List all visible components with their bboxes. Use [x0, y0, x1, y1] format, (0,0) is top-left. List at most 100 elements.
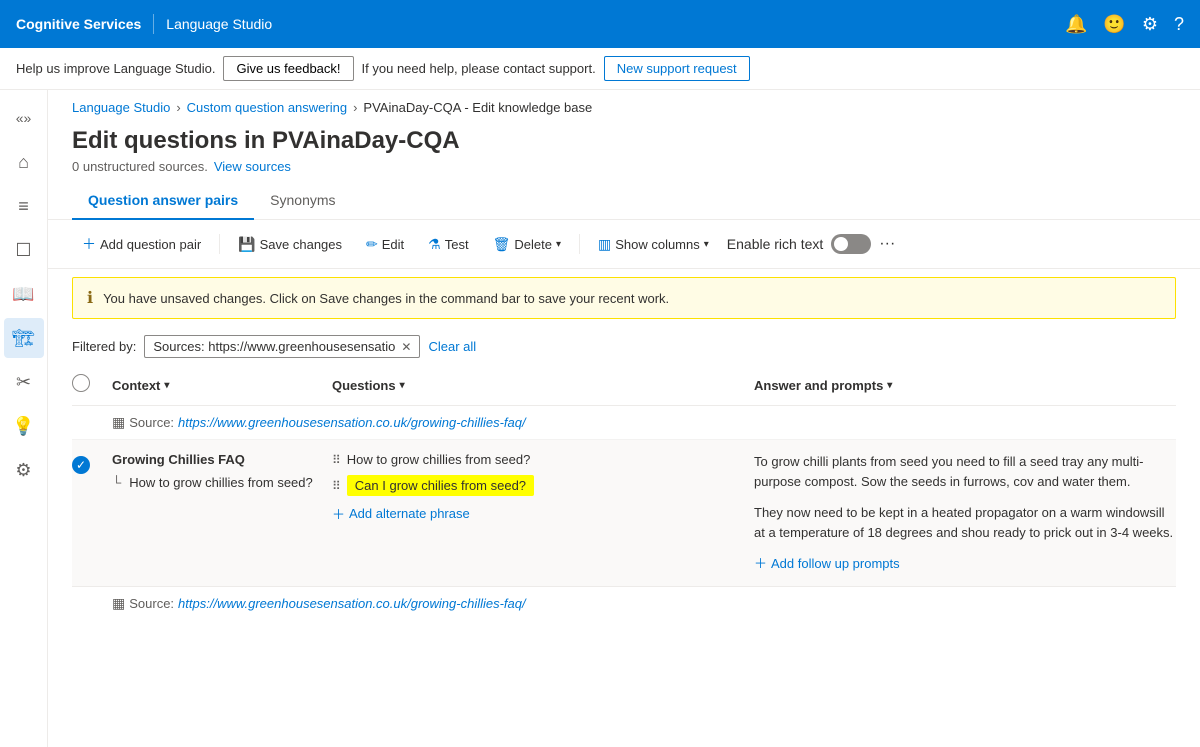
- page-subtitle: 0 unstructured sources. View sources: [72, 159, 1176, 174]
- question-item-highlighted: ⠿ Can I grow chilies from seed?: [332, 475, 742, 496]
- source-row-empty: [72, 414, 112, 431]
- filter-chip-text: Sources: https://www.greenhousesensatio: [153, 339, 395, 354]
- filter-bar: Filtered by: Sources: https://www.greenh…: [48, 327, 1200, 366]
- answers-chevron-icon: ▾: [887, 380, 892, 391]
- row-checkbox[interactable]: ✓: [72, 456, 90, 474]
- delete-chevron-icon: ▾: [556, 239, 561, 250]
- add-phrase-icon: ＋: [332, 504, 345, 523]
- bell-icon[interactable]: 🔔: [1065, 14, 1087, 35]
- col-context[interactable]: Context ▾: [112, 374, 332, 397]
- qa-context-col: Growing Chillies FAQ └ How to grow chill…: [112, 452, 332, 574]
- add-icon: ＋: [82, 234, 96, 254]
- filter-chip: Sources: https://www.greenhousesensatio …: [144, 335, 420, 358]
- drag-icon-2: ⠿: [332, 479, 341, 493]
- questions-chevron-icon: ▾: [400, 380, 405, 391]
- question-item-1: ⠿ How to grow chillies from seed?: [332, 452, 742, 467]
- source-row: ▦ Source: https://www.greenhousesensatio…: [72, 406, 1176, 440]
- tabs: Question answer pairs Synonyms: [48, 174, 1200, 220]
- source-prefix: Source:: [129, 415, 174, 430]
- source-url[interactable]: https://www.greenhousesensation.co.uk/gr…: [178, 415, 526, 430]
- tab-synonyms[interactable]: Synonyms: [254, 182, 351, 220]
- filter-chip-remove[interactable]: ✕: [401, 340, 411, 354]
- test-button[interactable]: ⚗ Test: [418, 230, 478, 259]
- add-followup-button[interactable]: ＋ Add follow up prompts: [754, 554, 1176, 574]
- context-chevron-icon: ▾: [164, 380, 169, 391]
- warning-banner: ℹ You have unsaved changes. Click on Sav…: [72, 277, 1176, 319]
- rich-text-toggle[interactable]: [831, 234, 871, 254]
- bottom-source-label: ▦ Source: https://www.greenhousesensatio…: [112, 595, 1176, 612]
- clear-all-button[interactable]: Clear all: [428, 339, 476, 354]
- nav-divider: [153, 14, 154, 34]
- test-icon: ⚗: [428, 236, 441, 253]
- support-text: If you need help, please contact support…: [362, 61, 596, 76]
- qa-checkbox-col: ✓: [72, 452, 112, 574]
- table-header: Context ▾ Questions ▾ Answer and prompts…: [72, 366, 1176, 406]
- show-columns-button[interactable]: ▥ Show columns ▾: [588, 230, 719, 259]
- bottom-source-prefix: Source:: [129, 596, 174, 611]
- toggle-knob: [834, 237, 848, 251]
- breadcrumb-cqa[interactable]: Custom question answering: [187, 100, 347, 115]
- indent-icon: └: [112, 475, 121, 490]
- settings-icon[interactable]: ⚙: [1142, 14, 1158, 35]
- tab-question-answer-pairs[interactable]: Question answer pairs: [72, 182, 254, 220]
- edit-button[interactable]: ✏ Edit: [356, 230, 414, 259]
- answer-paragraph-2: They now need to be kept in a heated pro…: [754, 503, 1176, 542]
- filter-label: Filtered by:: [72, 339, 136, 354]
- save-changes-button[interactable]: 💾 Save changes: [228, 230, 352, 259]
- col-questions[interactable]: Questions ▾: [332, 374, 754, 397]
- question-text-1: How to grow chillies from seed?: [347, 452, 531, 467]
- list-icon[interactable]: ≡: [4, 186, 44, 226]
- col-checkbox: [72, 374, 112, 397]
- warning-text: You have unsaved changes. Click on Save …: [103, 291, 669, 306]
- nav-title: Language Studio: [166, 16, 272, 32]
- page-title: Edit questions in PVAinaDay-CQA: [72, 127, 1176, 155]
- page-title-area: Edit questions in PVAinaDay-CQA 0 unstru…: [48, 115, 1200, 174]
- face-icon[interactable]: 🙂: [1103, 14, 1125, 35]
- delete-button[interactable]: 🗑 Delete ▾: [483, 230, 571, 259]
- add-alternate-phrase-button[interactable]: ＋ Add alternate phrase: [332, 504, 742, 523]
- bottom-source-empty: [72, 595, 112, 612]
- edit-icon: ✏: [366, 236, 378, 253]
- settings-sidebar-icon[interactable]: ⚙: [4, 450, 44, 490]
- scissors-icon[interactable]: ✂: [4, 362, 44, 402]
- breadcrumb-current: PVAinaDay-CQA - Edit knowledge base: [363, 100, 592, 115]
- book-icon[interactable]: 📖: [4, 274, 44, 314]
- add-question-pair-button[interactable]: ＋ Add question pair: [72, 228, 211, 260]
- nav-icons: 🔔 🙂 ⚙ ?: [1065, 14, 1184, 35]
- view-sources-link[interactable]: View sources: [214, 159, 291, 174]
- breadcrumb-language-studio[interactable]: Language Studio: [72, 100, 170, 115]
- drag-icon-1: ⠿: [332, 453, 341, 467]
- support-button[interactable]: New support request: [604, 56, 750, 81]
- answer-paragraph-1: To grow chilli plants from seed you need…: [754, 452, 1176, 491]
- unstructured-count: 0 unstructured sources.: [72, 159, 208, 174]
- feedback-bar: Help us improve Language Studio. Give us…: [0, 48, 1200, 90]
- qa-questions-col: ⠿ How to grow chillies from seed? ⠿ Can …: [332, 452, 754, 574]
- columns-chevron-icon: ▾: [704, 239, 709, 250]
- toolbar-divider-2: [579, 234, 580, 254]
- lightbulb-icon[interactable]: 💡: [4, 406, 44, 446]
- qa-subtitle-text: How to grow chillies from seed?: [129, 475, 313, 490]
- bottom-source-row: ▦ Source: https://www.greenhousesensatio…: [72, 587, 1176, 620]
- table-area: Context ▾ Questions ▾ Answer and prompts…: [48, 366, 1200, 620]
- feedback-button[interactable]: Give us feedback!: [223, 56, 353, 81]
- breadcrumb: Language Studio › Custom question answer…: [48, 90, 1200, 115]
- more-options-button[interactable]: ···: [875, 231, 899, 257]
- col-answers[interactable]: Answer and prompts ▾: [754, 374, 1176, 397]
- bottom-source-table-icon: ▦: [112, 595, 125, 612]
- home-icon[interactable]: ⌂: [4, 142, 44, 182]
- help-icon[interactable]: ?: [1174, 14, 1184, 35]
- qa-answer-col: To grow chilli plants from seed you need…: [754, 452, 1176, 574]
- breadcrumb-sep-2: ›: [353, 100, 357, 115]
- feedback-text: Help us improve Language Studio.: [16, 61, 215, 76]
- document-icon[interactable]: ☐: [4, 230, 44, 270]
- source-table-icon: ▦: [112, 414, 125, 431]
- content-area: Language Studio › Custom question answer…: [48, 90, 1200, 747]
- delete-icon: 🗑: [493, 236, 511, 253]
- highlighted-question[interactable]: Can I grow chilies from seed?: [347, 475, 534, 496]
- warning-icon: ℹ: [87, 288, 93, 308]
- collapse-sidebar-icon[interactable]: «»: [4, 98, 44, 138]
- build-icon[interactable]: 🏗: [4, 318, 44, 358]
- save-icon: 💾: [238, 236, 255, 253]
- bottom-source-url[interactable]: https://www.greenhousesensation.co.uk/gr…: [178, 596, 526, 611]
- brand-label: Cognitive Services: [16, 16, 141, 32]
